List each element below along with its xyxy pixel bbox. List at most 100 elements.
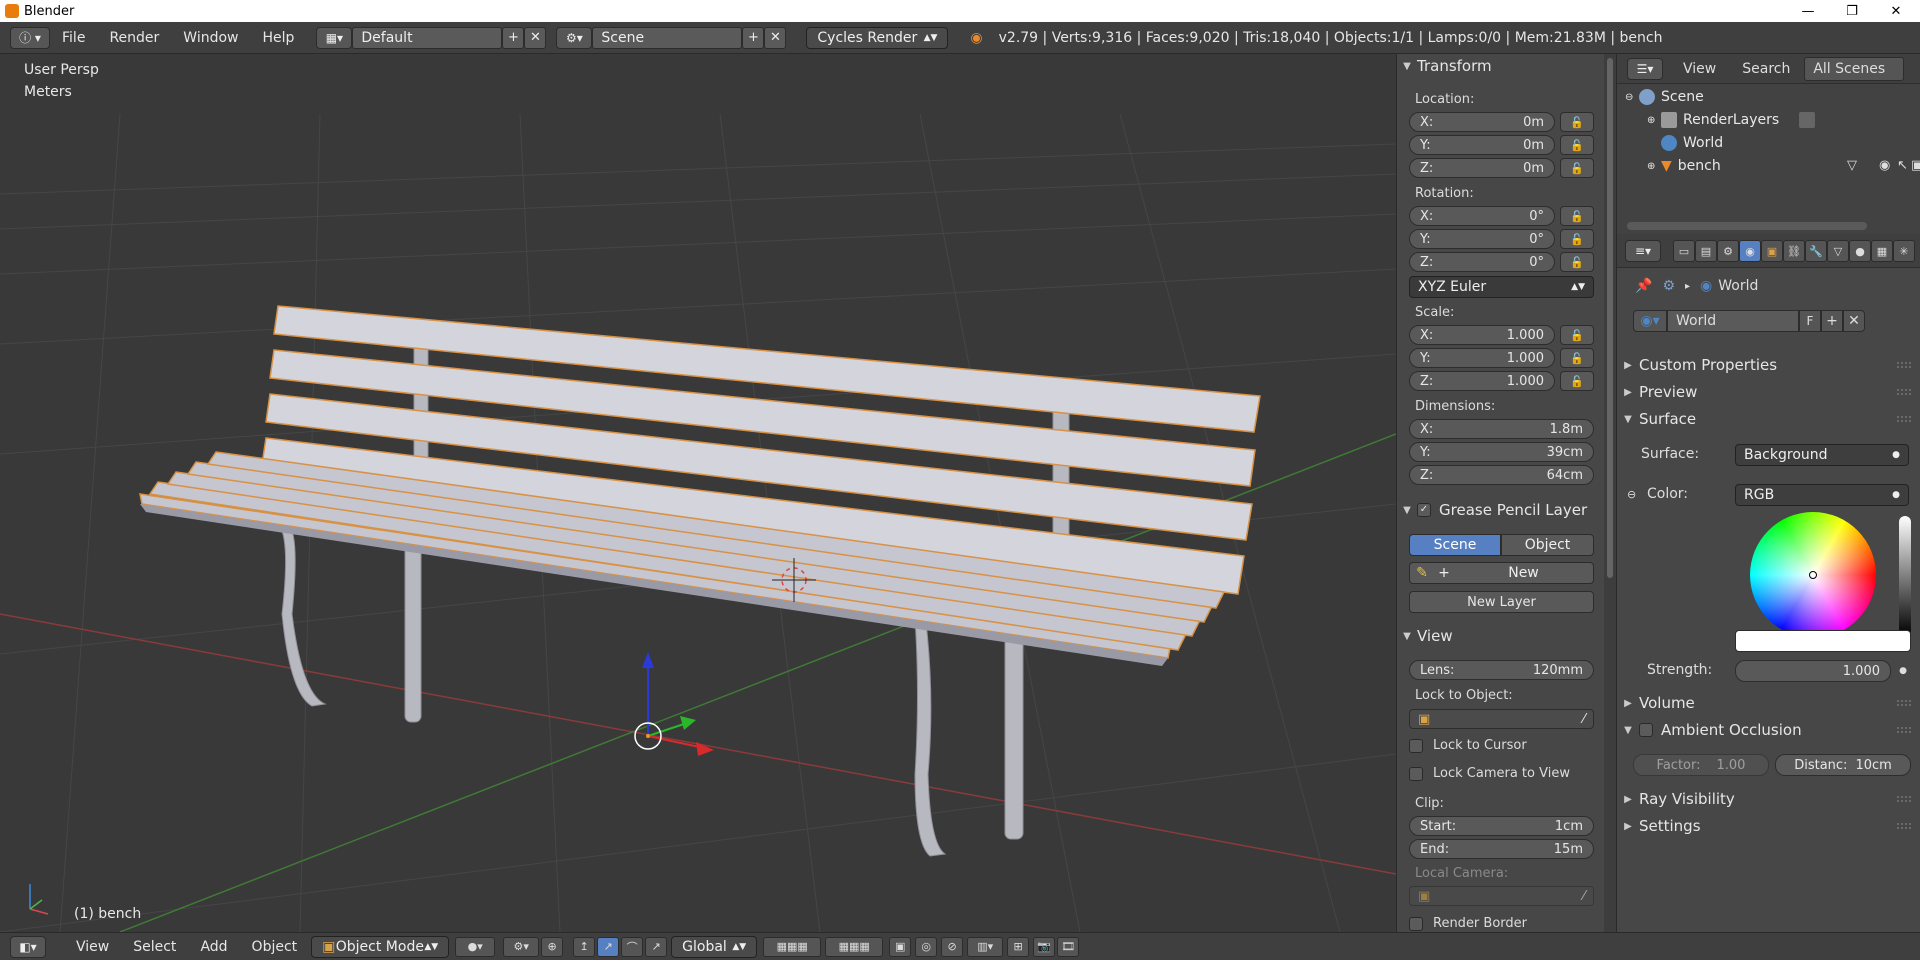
material-tab-icon[interactable]: ● <box>1849 240 1871 262</box>
menu-add[interactable]: Add <box>188 939 239 955</box>
scene-field[interactable]: Scene <box>592 26 743 49</box>
render-border-checkbox[interactable]: Render Border <box>1409 916 1527 931</box>
layout-field[interactable]: Default <box>352 26 503 49</box>
snap-icon[interactable]: ⊘ <box>941 936 964 957</box>
strength-field[interactable]: 1.000 <box>1735 660 1891 682</box>
new-world-button[interactable]: + <box>1821 310 1843 332</box>
view-header[interactable]: ▼ View <box>1397 624 1604 648</box>
lock-icon[interactable]: 🔓 <box>1560 348 1594 368</box>
transform-orientation-dropdown[interactable]: Global ▲▼ <box>671 935 758 958</box>
new-layer-button[interactable]: New Layer <box>1409 591 1594 613</box>
color-wheel-cursor[interactable] <box>1809 571 1817 579</box>
custom-properties-panel[interactable]: ▶ Custom Properties <box>1617 352 1920 378</box>
info-editor-type-button[interactable]: ⓘ ▾ <box>10 26 50 49</box>
lock-icon[interactable]: 🔓 <box>1560 252 1594 272</box>
settings-panel[interactable]: ▶ Settings <box>1617 813 1920 839</box>
drag-grip-icon[interactable] <box>1897 362 1911 368</box>
lock-icon[interactable]: 🔓 <box>1560 371 1594 391</box>
strength-socket-icon[interactable]: ● <box>1895 662 1911 680</box>
3d-viewport[interactable]: User Persp Meters (1) bench <box>0 54 1396 932</box>
dimension-z-field[interactable]: Z: 64cm <box>1409 465 1594 485</box>
eye-icon[interactable]: ◉ <box>1879 158 1890 173</box>
menu-object[interactable]: Object <box>240 939 310 955</box>
tree-item-scene[interactable]: ⊖ Scene <box>1625 86 1704 108</box>
dimension-y-field[interactable]: Y: 39cm <box>1409 442 1594 462</box>
remove-layout-button[interactable]: ✕ <box>524 26 547 49</box>
eyedropper-icon[interactable]: ⁄ <box>1583 712 1585 727</box>
lens-field[interactable]: Lens: 120mm <box>1409 660 1594 680</box>
snap-element-button[interactable]: ▥▾ <box>967 936 1004 957</box>
npanel-scrollbar[interactable] <box>1604 54 1616 932</box>
menu-file[interactable]: File <box>50 30 97 46</box>
lock-icon[interactable]: 🔓 <box>1560 229 1594 249</box>
rotate-manipulator-icon[interactable]: ↗ <box>597 936 620 957</box>
lock-icon[interactable]: 🔓 <box>1560 158 1594 178</box>
pivot-point-button[interactable]: ⚙▾ <box>503 936 540 957</box>
drag-grip-icon[interactable] <box>1897 389 1911 395</box>
clip-start-field[interactable]: Start: 1cm <box>1409 816 1594 836</box>
rotation-x-field[interactable]: X: 0° <box>1409 206 1555 226</box>
grease-pencil-header[interactable]: ▼ ✓ Grease Pencil Layer <box>1397 498 1604 522</box>
render-layer-toggle-icon[interactable] <box>1799 112 1816 128</box>
add-scene-button[interactable]: + <box>742 26 765 49</box>
scrollbar-thumb[interactable] <box>1607 58 1613 578</box>
render-camera-icon[interactable]: ▣ <box>1911 158 1920 173</box>
proportional-edit-icon[interactable]: ◎ <box>915 936 938 957</box>
scene-icon[interactable]: ⚙▾ <box>556 26 593 49</box>
drag-grip-icon[interactable] <box>1897 796 1911 802</box>
local-camera-field[interactable]: ▣ ⁄ <box>1409 886 1594 906</box>
texture-tab-icon[interactable]: ▦ <box>1871 240 1893 262</box>
outliner-editor-type-button[interactable]: ☰▾ <box>1627 57 1663 80</box>
color-mode-dropdown[interactable]: RGB ● <box>1735 484 1909 506</box>
unlink-world-button[interactable]: ✕ <box>1843 310 1865 332</box>
menu-help[interactable]: Help <box>250 30 306 46</box>
rotation-z-field[interactable]: Z: 0° <box>1409 252 1555 272</box>
snap-target-icon[interactable]: ⊞ <box>1007 936 1030 957</box>
expand-icon[interactable]: ⊕ <box>1647 115 1661 126</box>
render-layers-tab-icon[interactable]: ▤ <box>1695 240 1717 262</box>
outliner-view-menu[interactable]: View <box>1683 61 1716 77</box>
world-browse-icon[interactable]: ◉▾ <box>1633 310 1667 332</box>
maximize-button[interactable]: ❐ <box>1830 0 1874 22</box>
layers-grid-2[interactable]: ▦▦▦ <box>825 936 884 957</box>
ao-distance-field[interactable]: Distanc: 10cm <box>1775 754 1911 776</box>
menu-window[interactable]: Window <box>171 30 250 46</box>
outliner-scrollbar[interactable] <box>1627 222 1867 230</box>
scale-manipulator-icon[interactable]: ⌒ <box>621 936 644 957</box>
color-swatch[interactable] <box>1735 630 1911 652</box>
fake-user-button[interactable]: F <box>1799 310 1821 332</box>
data-tab-icon[interactable]: ▽ <box>1827 240 1849 262</box>
lock-to-cursor-checkbox[interactable]: Lock to Cursor <box>1409 738 1527 753</box>
tree-item-world[interactable]: World <box>1661 132 1723 154</box>
grease-object-tab[interactable]: Object <box>1501 534 1594 556</box>
rotation-mode-dropdown[interactable]: XYZ Euler ▲▼ <box>1409 276 1594 298</box>
layers-grid-1[interactable]: ▦▦▦ <box>763 936 822 957</box>
viewport-shading-button[interactable]: ●▾ <box>455 936 496 957</box>
bench-model[interactable] <box>139 305 1261 857</box>
viewport-editor-type-button[interactable]: ◧▾ <box>10 935 46 958</box>
volume-panel[interactable]: ▶ Volume <box>1617 690 1920 716</box>
lock-icon[interactable]: 🔓 <box>1560 206 1594 226</box>
location-z-field[interactable]: Z: 0m <box>1409 158 1555 178</box>
particles-tab-icon[interactable]: ✳ <box>1893 240 1915 262</box>
ray-visibility-panel[interactable]: ▶ Ray Visibility <box>1617 786 1920 812</box>
pin-icon[interactable]: 📌 <box>1635 278 1652 294</box>
grease-pencil-checkbox[interactable]: ✓ <box>1417 503 1431 517</box>
lock-icon[interactable]: 🔓 <box>1560 112 1594 132</box>
properties-editor-type-button[interactable]: ≡▾ <box>1625 240 1661 262</box>
tree-item-renderlayers[interactable]: ⊕ RenderLayers <box>1647 109 1816 131</box>
outliner-display-mode[interactable]: All Scenes <box>1804 56 1905 81</box>
screen-layout-icon[interactable]: ▦▾ <box>316 26 353 49</box>
expand-icon[interactable]: ⊕ <box>1647 161 1661 172</box>
render-engine-dropdown[interactable]: Cycles Render ▲▼ <box>806 26 949 49</box>
mesh-data-icon[interactable]: ▽ <box>1847 158 1857 173</box>
add-layout-button[interactable]: + <box>502 26 525 49</box>
mode-dropdown[interactable]: ▣ Object Mode ▲▼ <box>311 935 450 958</box>
color-input-icon[interactable]: ⊖ <box>1627 488 1636 501</box>
location-y-field[interactable]: Y: 0m <box>1409 135 1555 155</box>
rotation-y-field[interactable]: Y: 0° <box>1409 229 1555 249</box>
outliner-search-menu[interactable]: Search <box>1742 61 1790 77</box>
menu-render[interactable]: Render <box>97 30 171 46</box>
constraints-tab-icon[interactable]: ⛓ <box>1783 240 1805 262</box>
ambient-occlusion-panel[interactable]: ▼ Ambient Occlusion <box>1617 717 1920 743</box>
